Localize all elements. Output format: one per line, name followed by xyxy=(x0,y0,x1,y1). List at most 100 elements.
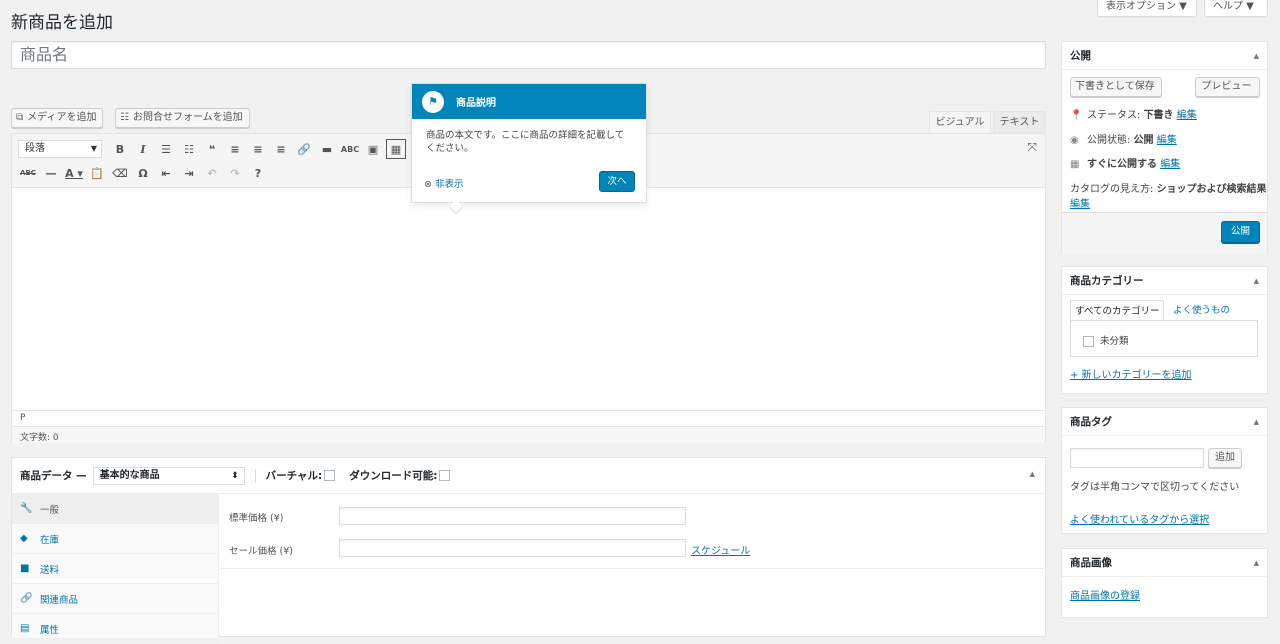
product-data-tabs: 🔧 一般 ◆ 在庫 ■ 送料 🔗 関連商品 ▤ 属性 xyxy=(12,494,219,644)
edit-visibility-link[interactable]: 編集 xyxy=(1157,135,1177,146)
downloadable-label: ダウンロード可能: xyxy=(349,470,438,482)
catalog-label: カタログの見え方: xyxy=(1070,184,1154,195)
product-type-select[interactable]: 基本的な商品 ⬍ xyxy=(92,466,245,485)
product-image-header: 商品画像 ▲ xyxy=(1062,549,1267,577)
regular-price-input[interactable] xyxy=(339,507,686,525)
product-title-input[interactable]: 商品名 xyxy=(11,41,1046,69)
redo-icon[interactable]: ↷ xyxy=(225,163,245,183)
text-color-icon[interactable]: A ▾ xyxy=(64,163,84,183)
form-insert-icon[interactable]: ▣ xyxy=(363,139,383,159)
tags-title: 商品タグ xyxy=(1070,416,1112,428)
publish-button[interactable]: 公開 xyxy=(1221,221,1260,243)
wrench-icon: 🔧 xyxy=(20,503,33,514)
strikethrough-icon[interactable]: ABC xyxy=(18,163,38,183)
add-media-button[interactable]: ⧉ メディアを追加 xyxy=(11,108,104,128)
collapse-toggle-icon[interactable]: ▲ xyxy=(1254,277,1259,285)
collapse-toggle-icon[interactable]: ▲ xyxy=(1254,418,1259,426)
read-more-icon[interactable]: ▬ xyxy=(317,139,337,159)
format-select[interactable]: 段落 ▼ xyxy=(18,140,102,158)
pointer-header: ⚑ 商品説明 xyxy=(412,84,646,119)
category-checkbox[interactable] xyxy=(1083,336,1094,347)
indent-icon[interactable]: ⇥ xyxy=(179,163,199,183)
edit-publish-time-link[interactable]: 編集 xyxy=(1160,159,1180,170)
help-button[interactable]: ヘルプ ▼ xyxy=(1204,0,1268,17)
publish-time-line: ▦ すぐに公開する 編集 xyxy=(1070,155,1180,170)
undo-icon[interactable]: ↶ xyxy=(202,163,222,183)
tab-popular-categories[interactable]: よく使うもの xyxy=(1173,302,1230,316)
spellcheck-icon[interactable]: ABC xyxy=(340,139,360,159)
tab-text[interactable]: テキスト xyxy=(993,111,1046,133)
edit-catalog-link[interactable]: 編集 xyxy=(1070,199,1090,210)
toolbar-toggle-icon[interactable]: ▦ xyxy=(386,139,406,159)
downloadable-checkbox[interactable] xyxy=(439,470,451,481)
collapse-toggle-icon[interactable]: ▲ xyxy=(1030,470,1035,478)
categories-box: 商品カテゴリー ▲ すべてのカテゴリー よく使うもの 未分類 + 新しいカテゴリ… xyxy=(1061,266,1268,394)
sale-price-input[interactable] xyxy=(339,539,686,557)
collapse-toggle-icon[interactable]: ▲ xyxy=(1254,559,1259,567)
tag-icon: ◆ xyxy=(20,533,28,544)
screen-options-button[interactable]: 表示オプション ▼ xyxy=(1097,0,1197,17)
clear-format-icon[interactable]: ⌫ xyxy=(110,163,130,183)
add-tag-button[interactable]: 追加 xyxy=(1208,448,1242,468)
pointer-body: 商品の本文です。ここに商品の詳細を記載してください。 xyxy=(426,130,625,154)
tab-inventory[interactable]: ◆ 在庫 xyxy=(12,524,218,554)
tab-linked-products[interactable]: 🔗 関連商品 xyxy=(12,584,218,614)
tab-general[interactable]: 🔧 一般 xyxy=(12,494,218,524)
virtual-label: バーチャル: xyxy=(265,470,323,482)
preview-button[interactable]: プレビュー xyxy=(1195,77,1260,97)
align-left-icon[interactable]: ≡ xyxy=(225,139,245,159)
schedule-link[interactable]: スケジュール xyxy=(691,542,750,557)
visibility-label: 公開状態: xyxy=(1087,135,1131,146)
tab-shipping-label: 送料 xyxy=(40,564,60,576)
add-contact-form-button[interactable]: ☷ お問合せフォームを追加 xyxy=(115,108,250,128)
paste-text-icon[interactable]: 📋 xyxy=(87,163,107,183)
link-icon[interactable]: 🔗 xyxy=(294,139,314,159)
tag-input[interactable] xyxy=(1070,448,1204,468)
tab-general-label: 一般 xyxy=(40,504,60,516)
visibility-value: 公開 xyxy=(1133,135,1154,146)
word-count: 文字数: 0 xyxy=(12,426,1045,443)
choose-tags-link[interactable]: よく使われているタグから選択 xyxy=(1070,511,1209,526)
set-product-image-link[interactable]: 商品画像の登録 xyxy=(1070,587,1140,602)
add-category-link[interactable]: + 新しいカテゴリーを追加 xyxy=(1070,366,1192,381)
tab-all-categories[interactable]: すべてのカテゴリー xyxy=(1070,300,1165,320)
categories-header: 商品カテゴリー ▲ xyxy=(1062,267,1267,295)
align-center-icon[interactable]: ≡ xyxy=(248,139,268,159)
italic-icon[interactable]: I xyxy=(133,139,153,159)
bullet-list-icon[interactable]: ☰ xyxy=(156,139,176,159)
help-icon[interactable]: ? xyxy=(248,163,268,183)
editor-path: P xyxy=(12,410,1045,426)
pointer-dismiss-link[interactable]: ⊗ 非表示 xyxy=(424,176,464,190)
pointer-dismiss-label: 非表示 xyxy=(435,179,464,190)
collapse-toggle-icon[interactable]: ▲ xyxy=(1254,52,1259,60)
bold-icon[interactable]: B xyxy=(110,139,130,159)
edit-status-link[interactable]: 編集 xyxy=(1177,110,1197,121)
align-right-icon[interactable]: ≡ xyxy=(271,139,291,159)
special-char-icon[interactable]: Ω xyxy=(133,163,153,183)
outdent-icon[interactable]: ⇤ xyxy=(156,163,176,183)
pointer-next-button[interactable]: 次へ xyxy=(599,171,635,192)
sale-price-label: セール価格 (¥) xyxy=(229,546,293,557)
blockquote-icon[interactable]: ❝ xyxy=(202,139,222,159)
category-item[interactable]: 未分類 xyxy=(1081,333,1129,347)
tab-shipping[interactable]: ■ 送料 xyxy=(12,554,218,584)
form-icon: ☷ xyxy=(120,112,129,123)
fullscreen-icon[interactable]: ⤧ xyxy=(1027,140,1037,155)
page-title: 新商品を追加 xyxy=(11,13,113,33)
tag-hint: タグは半角コンマで区切ってください xyxy=(1070,482,1240,493)
virtual-checkbox[interactable] xyxy=(324,470,336,481)
numbered-list-icon[interactable]: ☷ xyxy=(179,139,199,159)
product-type-value: 基本的な商品 xyxy=(99,469,160,481)
tab-attributes-label: 属性 xyxy=(40,624,60,636)
product-data-header: 商品データ — 基本的な商品 ⬍ バーチャル: ダウンロード可能: ▲ xyxy=(12,458,1045,494)
catalog-line: カタログの見え方: ショップおよび検索結果 編集 xyxy=(1070,180,1267,210)
publish-box: 公開 ▲ 下書きとして保存 プレビュー 📍 ステータス: 下書き 編集 ◉ 公開状態… xyxy=(1061,41,1268,254)
publish-title: 公開 xyxy=(1070,50,1091,62)
categories-title: 商品カテゴリー xyxy=(1070,275,1144,287)
tab-attributes[interactable]: ▤ 属性 xyxy=(12,614,218,644)
save-draft-button[interactable]: 下書きとして保存 xyxy=(1070,77,1162,97)
tab-visual[interactable]: ビジュアル xyxy=(929,111,991,133)
horizontal-line-icon[interactable]: — xyxy=(41,163,61,183)
link-icon: 🔗 xyxy=(20,593,33,604)
regular-price-label: 標準価格 (¥) xyxy=(229,513,284,524)
